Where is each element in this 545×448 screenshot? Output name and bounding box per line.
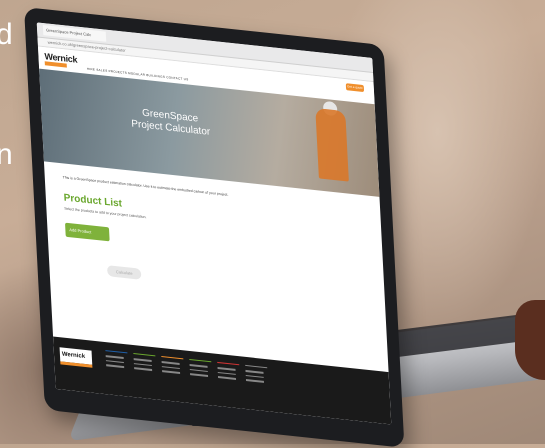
footer-column [189,358,212,380]
overlay-text-top: d [0,18,13,51]
footer-column [217,361,240,383]
laptop-screen: GreenSpace Project Calc wernick.co.uk/gr… [36,22,392,425]
hero-person [315,107,349,182]
footer-column [161,356,184,377]
hero-title: GreenSpace Project Calculator [130,106,210,139]
add-product-button[interactable]: Add Product [65,222,110,242]
overlay-text-middle: n [0,138,13,171]
footer-column [133,353,156,374]
footer-column [105,350,128,371]
calculate-button[interactable]: Calculate [106,265,142,280]
quote-button[interactable]: Get a quote [345,83,365,93]
footer-column [245,364,268,386]
site-footer: Wernick [53,336,392,425]
laptop-lid: GreenSpace Project Calc wernick.co.uk/gr… [24,7,405,448]
